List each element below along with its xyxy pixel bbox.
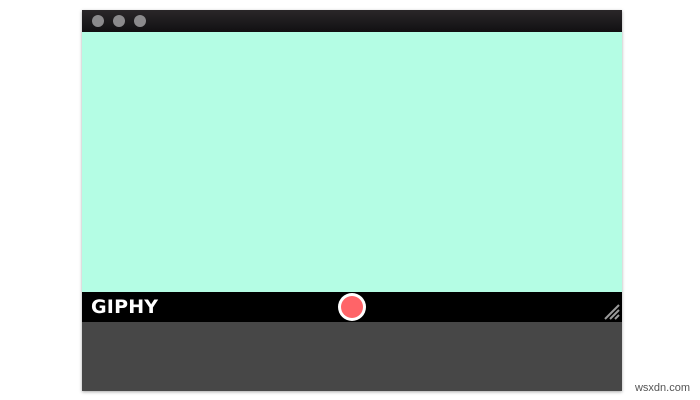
bottom-panel <box>82 322 622 391</box>
giphy-capture-window: GIPHY <box>82 10 622 391</box>
record-icon <box>341 296 363 318</box>
giphy-logo: GIPHY <box>91 296 159 318</box>
title-bar[interactable] <box>82 10 622 32</box>
close-button[interactable] <box>92 15 104 27</box>
record-button[interactable] <box>338 293 366 321</box>
zoom-button[interactable] <box>134 15 146 27</box>
watermark: wsxdn.com <box>634 382 690 394</box>
resize-grip-icon[interactable] <box>598 298 620 320</box>
minimize-button[interactable] <box>113 15 125 27</box>
resize-grip-svg <box>604 304 620 320</box>
capture-area <box>82 32 622 292</box>
control-bar: GIPHY <box>82 292 622 322</box>
